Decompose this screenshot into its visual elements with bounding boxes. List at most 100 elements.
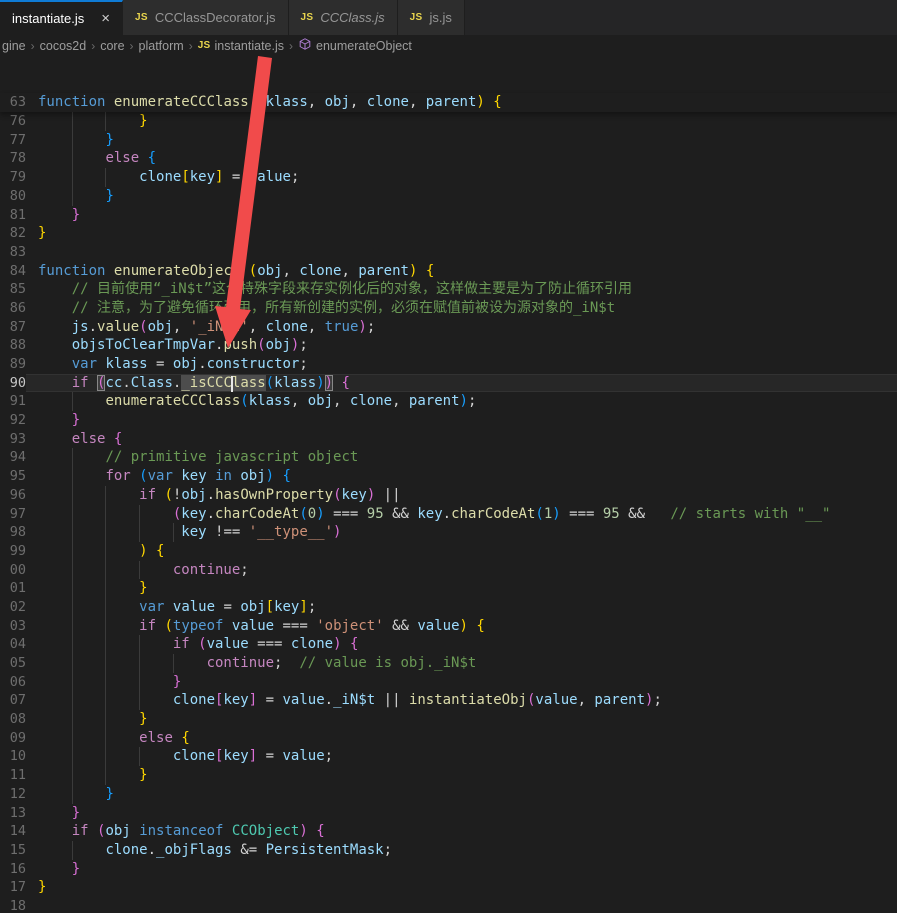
code-line[interactable]: 04 if (value === clone) { bbox=[0, 635, 897, 655]
code-line[interactable]: 76 } bbox=[0, 112, 897, 131]
code-line[interactable]: 78 else { bbox=[0, 149, 897, 169]
indent-guide bbox=[139, 504, 141, 524]
code-line[interactable]: 79 clone[key] = value; bbox=[0, 168, 897, 187]
code-line[interactable]: 14 if (obj instanceof CCObject) { bbox=[0, 822, 897, 841]
line-number: 06 bbox=[9, 673, 26, 690]
breadcrumb-label: instantiate.js bbox=[214, 38, 285, 53]
indent-guide bbox=[105, 579, 107, 598]
indent-guide bbox=[71, 710, 73, 729]
line-number: 98 bbox=[9, 524, 26, 541]
line-number: 05 bbox=[9, 655, 26, 672]
code-line[interactable]: 98 key !== '__type__') bbox=[0, 523, 897, 542]
code-line[interactable]: 06 } bbox=[0, 672, 897, 692]
indent-guide bbox=[71, 672, 73, 692]
line-number: 91 bbox=[9, 393, 26, 410]
code-line[interactable]: 05 continue; // value is obj._iN$t bbox=[0, 654, 897, 673]
tab-js.js[interactable]: JS js.js bbox=[397, 0, 465, 35]
code-line[interactable]: 80 } bbox=[0, 186, 897, 206]
breadcrumb-item-instantiate.js[interactable]: JS instantiate.js bbox=[198, 39, 284, 53]
indent-guide bbox=[71, 523, 73, 542]
line-number: 17 bbox=[9, 879, 26, 896]
tab-label: CCClassDecorator.js bbox=[154, 10, 276, 25]
indent-guide bbox=[172, 523, 174, 542]
breadcrumb-item-enumerateObject[interactable]: enumerateObject bbox=[298, 37, 412, 54]
code-line[interactable]: 12 } bbox=[0, 784, 897, 804]
code-line[interactable]: 00 continue; bbox=[0, 560, 897, 580]
code-line[interactable]: 97 (key.charCodeAt(0) === 95 && key.char… bbox=[0, 504, 897, 524]
indent-guide bbox=[105, 672, 107, 692]
code-line[interactable]: 77 } bbox=[0, 130, 897, 150]
code-line[interactable]: 09 else { bbox=[0, 728, 897, 748]
indent-guide bbox=[71, 168, 73, 187]
close-icon[interactable]: × bbox=[101, 11, 110, 26]
code-line[interactable]: 91 enumerateCCClass(klass, obj, clone, p… bbox=[0, 392, 897, 412]
line-number: 78 bbox=[9, 150, 26, 167]
code-line[interactable]: 82} bbox=[0, 224, 897, 243]
indent-guide bbox=[105, 728, 107, 748]
tab-label: instantiate.js bbox=[12, 11, 85, 26]
code-line[interactable]: 85 // 目前使用“_iN$t”这个特殊字段来存实例化后的对象，这样做主要是为… bbox=[0, 280, 897, 299]
code-line[interactable]: 81 } bbox=[0, 206, 897, 225]
tab-label: CCClass.js bbox=[320, 10, 385, 25]
code-line[interactable]: 95 for (var key in obj) { bbox=[0, 467, 897, 486]
code-line[interactable]: 93 else { bbox=[0, 430, 897, 449]
line-number: 03 bbox=[9, 617, 26, 634]
code-line[interactable]: 13 } bbox=[0, 804, 897, 823]
breadcrumb-separator-icon: › bbox=[289, 38, 294, 53]
code-line[interactable]: 15 clone._objFlags &= PersistentMask; bbox=[0, 840, 897, 860]
indent-guide bbox=[105, 616, 107, 636]
breadcrumb-label: cocos2d bbox=[39, 38, 87, 53]
line-number: 10 bbox=[9, 748, 26, 765]
line-number: 07 bbox=[9, 692, 26, 709]
breadcrumb-item-core[interactable]: core bbox=[100, 39, 124, 53]
breadcrumb-item-gine[interactable]: gine bbox=[2, 39, 26, 53]
code-line[interactable]: 84 function enumerateObject (obj, clone, … bbox=[0, 262, 897, 281]
vscode-window: instantiate.js × JS CCClassDecorator.js JS CC… bbox=[0, 0, 897, 913]
code-line[interactable]: 90 if (cc.Class._isCCClass(klass)) { bbox=[0, 373, 897, 393]
line-number: 15 bbox=[9, 841, 26, 858]
indent-guide bbox=[71, 784, 73, 804]
code-line[interactable]: 11 } bbox=[0, 766, 897, 785]
code-line[interactable]: 10 clone[key] = value; bbox=[0, 747, 897, 767]
tab-CCClassDecorator.js[interactable]: JS CCClassDecorator.js bbox=[123, 0, 289, 35]
code-line[interactable]: 86 // 注意，为了避免循环引用，所有新创建的实例，必须在赋值前被设为源对象的… bbox=[0, 299, 897, 318]
code-line[interactable]: 94 // primitive javascript object bbox=[0, 448, 897, 468]
breadcrumb-label: core bbox=[100, 38, 125, 53]
code-line[interactable]: 92 } bbox=[0, 411, 897, 430]
code-line[interactable]: 87 js.value(obj, '_iN$t', clone, true); bbox=[0, 318, 897, 337]
breadcrumb-item-cocos2d[interactable]: cocos2d bbox=[40, 39, 87, 53]
code-line[interactable]: 18 bbox=[0, 897, 897, 913]
indent-guide bbox=[71, 130, 73, 150]
indent-guide bbox=[105, 597, 107, 617]
editor[interactable]: 63 function enumerateCCClass (klass, obj,… bbox=[0, 56, 897, 913]
line-number: 86 bbox=[9, 299, 26, 316]
code-line[interactable]: 07 clone[key] = value._iN$t || instantia… bbox=[0, 691, 897, 711]
code-line[interactable]: 96 if (!obj.hasOwnProperty(key) || bbox=[0, 485, 897, 505]
indent-guide bbox=[105, 766, 107, 785]
code-line[interactable]: 99 ) { bbox=[0, 541, 897, 561]
line-number: 77 bbox=[9, 131, 26, 148]
code-line[interactable]: 89 var klass = obj.constructor; bbox=[0, 355, 897, 374]
indent-guide bbox=[139, 560, 141, 580]
code-line[interactable]: 83 bbox=[0, 243, 897, 262]
code-line[interactable]: 08 } bbox=[0, 710, 897, 729]
line-number: 01 bbox=[9, 580, 26, 597]
tab-instantiate.js[interactable]: instantiate.js × bbox=[0, 0, 124, 35]
code-line[interactable]: 03 if (typeof value === 'object' && valu… bbox=[0, 616, 897, 636]
line-number: 93 bbox=[9, 430, 26, 447]
code-line[interactable]: 02 var value = obj[key]; bbox=[0, 597, 897, 617]
code-line[interactable]: 16 } bbox=[0, 860, 897, 879]
tab-CCClass.js[interactable]: JS CCClass.js bbox=[288, 0, 398, 35]
breadcrumb-item-platform[interactable]: platform bbox=[139, 39, 184, 53]
indent-guide bbox=[71, 392, 73, 412]
js-file-icon: JS bbox=[409, 12, 423, 23]
code-line[interactable]: 88 objsToClearTmpVar.push(obj); bbox=[0, 336, 897, 355]
indent-guide bbox=[71, 766, 73, 785]
line-number: 99 bbox=[9, 542, 26, 559]
sticky-scroll-line[interactable]: 63 function enumerateCCClass (klass, obj,… bbox=[0, 93, 897, 113]
line-number: 87 bbox=[9, 318, 26, 335]
indent-guide bbox=[71, 654, 73, 673]
code-line[interactable]: 01 } bbox=[0, 579, 897, 598]
line-number: 08 bbox=[9, 711, 26, 728]
code-line[interactable]: 17} bbox=[0, 878, 897, 897]
